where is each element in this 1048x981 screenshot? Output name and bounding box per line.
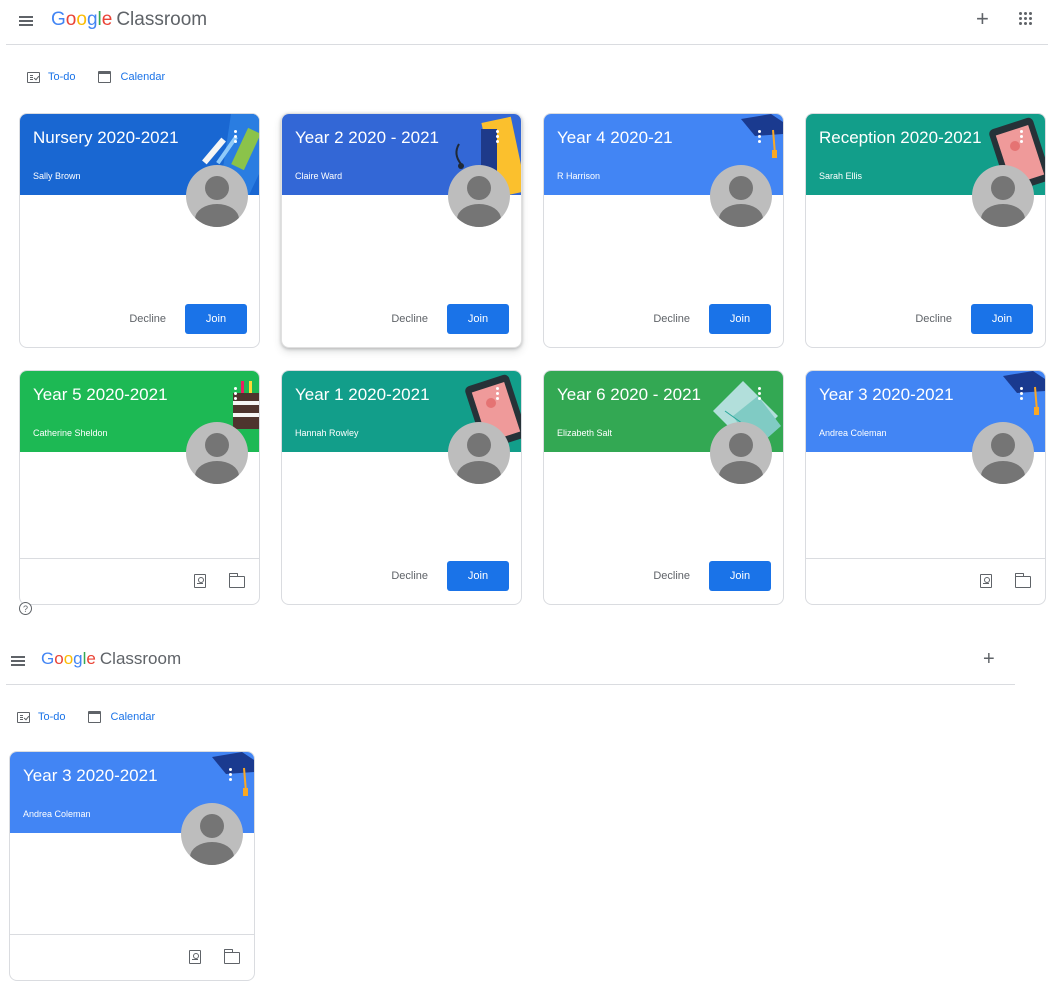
more-options-icon[interactable]	[229, 768, 232, 781]
teacher-avatar	[710, 165, 772, 227]
main-menu-icon[interactable]	[11, 656, 25, 666]
join-class-button[interactable]: Join	[709, 304, 771, 334]
help-icon[interactable]: ?	[19, 602, 32, 615]
todo-link[interactable]: To-do	[17, 711, 66, 723]
class-title[interactable]: Year 6 2020 - 2021	[557, 385, 701, 405]
teacher-name: Hannah Rowley	[295, 428, 359, 438]
class-drive-folder-icon[interactable]	[1014, 573, 1031, 588]
calendar-icon	[97, 71, 111, 83]
teacher-avatar	[186, 422, 248, 484]
teacher-avatar	[448, 165, 510, 227]
decline-invite-button[interactable]: Decline	[915, 313, 952, 325]
teacher-avatar	[448, 422, 510, 484]
card-footer-divider	[806, 558, 1045, 559]
secondary-nav: To-do Calendar	[17, 711, 155, 723]
more-options-icon[interactable]	[758, 130, 761, 143]
class-card[interactable]: Year 6 2020 - 2021 Elizabeth Salt Decline J…	[543, 370, 784, 605]
todo-label: To-do	[48, 71, 76, 83]
product-name: Classroom	[116, 9, 208, 30]
google-apps-icon[interactable]	[1019, 12, 1033, 26]
decline-invite-button[interactable]: Decline	[653, 570, 690, 582]
card-footer-divider	[10, 934, 254, 935]
secondary-nav: To-do Calendar	[27, 71, 165, 83]
google-wordmark: Google	[51, 9, 113, 30]
class-card[interactable]: Year 2 2020 - 2021 Claire Ward Decline Join	[281, 113, 522, 348]
more-options-icon[interactable]	[234, 130, 237, 143]
decline-invite-button[interactable]: Decline	[391, 313, 428, 325]
teacher-name: Andrea Coleman	[819, 428, 887, 438]
join-class-button[interactable]: Join	[185, 304, 247, 334]
header-divider	[6, 684, 1015, 685]
calendar-label: Calendar	[120, 71, 166, 83]
top-app-bar-2: Google Classroom +	[0, 640, 1015, 684]
class-title[interactable]: Year 3 2020-2021	[819, 385, 954, 405]
header-divider	[6, 44, 1048, 45]
join-class-button[interactable]: Join	[447, 304, 509, 334]
student-work-icon[interactable]	[189, 950, 201, 964]
todo-label: To-do	[38, 711, 66, 723]
class-card[interactable]: Nursery 2020-2021 Sally Brown Decline Join	[19, 113, 260, 348]
class-card[interactable]: Year 5 2020-2021 Catherine Sheldon	[19, 370, 260, 605]
more-options-icon[interactable]	[1020, 130, 1023, 143]
teacher-name: Sarah Ellis	[819, 171, 863, 181]
class-title[interactable]: Nursery 2020-2021	[33, 128, 179, 148]
class-title[interactable]: Year 5 2020-2021	[33, 385, 168, 405]
class-title[interactable]: Reception 2020-2021	[819, 128, 982, 148]
calendar-link[interactable]: Calendar	[97, 71, 166, 83]
join-class-button[interactable]: Join	[971, 304, 1033, 334]
calendar-label: Calendar	[110, 711, 156, 723]
teacher-avatar	[181, 803, 243, 865]
todo-icon	[27, 71, 40, 83]
product-name: Classroom	[99, 649, 182, 668]
class-card[interactable]: Year 3 2020-2021 Andrea Coleman	[9, 751, 255, 981]
app-logo[interactable]: Google Classroom	[41, 649, 181, 669]
teacher-avatar	[972, 422, 1034, 484]
teacher-name: Claire Ward	[295, 171, 343, 181]
more-options-icon[interactable]	[496, 387, 499, 400]
teacher-name: Sally Brown	[33, 171, 81, 181]
class-card[interactable]: Year 1 2020-2021 Hannah Rowley Decline Join	[281, 370, 522, 605]
decline-invite-button[interactable]: Decline	[129, 313, 166, 325]
join-class-button[interactable]: Join	[447, 561, 509, 591]
teacher-name: R Harrison	[557, 171, 601, 181]
teacher-name: Andrea Coleman	[23, 809, 91, 819]
create-join-class-icon[interactable]: +	[983, 649, 995, 669]
teacher-name: Elizabeth Salt	[557, 428, 613, 438]
main-menu-icon[interactable]	[19, 16, 33, 26]
calendar-link[interactable]: Calendar	[87, 711, 156, 723]
decline-invite-button[interactable]: Decline	[391, 570, 428, 582]
teacher-avatar	[186, 165, 248, 227]
teacher-avatar	[972, 165, 1034, 227]
more-options-icon[interactable]	[234, 387, 237, 400]
todo-link[interactable]: To-do	[27, 71, 76, 83]
create-join-class-icon[interactable]: +	[976, 8, 989, 30]
class-card[interactable]: Year 3 2020-2021 Andrea Coleman	[805, 370, 1046, 605]
class-card[interactable]: Reception 2020-2021 Sarah Ellis Decline Joi…	[805, 113, 1046, 348]
more-options-icon[interactable]	[496, 130, 499, 143]
class-title[interactable]: Year 2 2020 - 2021	[295, 128, 439, 148]
more-options-icon[interactable]	[1020, 387, 1023, 400]
help-glyph: ?	[22, 603, 28, 614]
todo-icon	[17, 711, 30, 723]
decline-invite-button[interactable]: Decline	[653, 313, 690, 325]
student-work-icon[interactable]	[980, 574, 992, 588]
top-app-bar: Google Classroom +	[0, 0, 1048, 44]
class-title[interactable]: Year 4 2020-21	[557, 128, 673, 148]
calendar-icon	[87, 711, 101, 723]
class-title[interactable]: Year 3 2020-2021	[23, 766, 158, 786]
class-card[interactable]: Year 4 2020-21 R Harrison Decline Join	[543, 113, 784, 348]
google-wordmark: Google	[41, 649, 96, 668]
student-work-icon[interactable]	[194, 574, 206, 588]
class-title[interactable]: Year 1 2020-2021	[295, 385, 430, 405]
card-footer-divider	[20, 558, 259, 559]
app-logo[interactable]: Google Classroom	[51, 9, 207, 31]
teacher-name: Catherine Sheldon	[33, 428, 108, 438]
join-class-button[interactable]: Join	[709, 561, 771, 591]
class-drive-folder-icon[interactable]	[228, 573, 245, 588]
more-options-icon[interactable]	[758, 387, 761, 400]
class-drive-folder-icon[interactable]	[223, 949, 240, 964]
teacher-avatar	[710, 422, 772, 484]
